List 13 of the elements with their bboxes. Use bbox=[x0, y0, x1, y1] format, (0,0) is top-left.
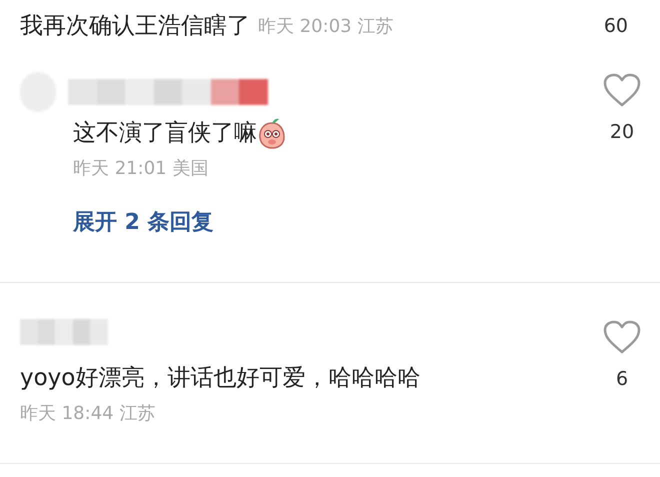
comment-meta: 昨天 18:44 江苏 bbox=[20, 402, 156, 426]
comment-text: 我再次确认王浩信瞎了 bbox=[20, 12, 250, 41]
reply-meta: 昨天 21:01 美国 bbox=[72, 156, 210, 180]
like-count: 20 bbox=[610, 120, 634, 145]
reply-text: 这不演了盲侠了嘛 bbox=[73, 119, 257, 148]
expand-replies-link[interactable]: 展开 2 条回复 bbox=[73, 206, 214, 238]
heart-icon[interactable] bbox=[602, 319, 642, 355]
heart-icon[interactable] bbox=[602, 72, 642, 108]
like-count: 6 bbox=[616, 367, 628, 392]
like-count: 60 bbox=[604, 14, 628, 39]
comment-text: yoyo好漂亮，讲话也好可爱，哈哈哈哈 bbox=[20, 364, 422, 393]
comment-meta: 昨天 20:03 江苏 bbox=[258, 14, 394, 38]
peach-emoji-icon bbox=[257, 117, 287, 150]
